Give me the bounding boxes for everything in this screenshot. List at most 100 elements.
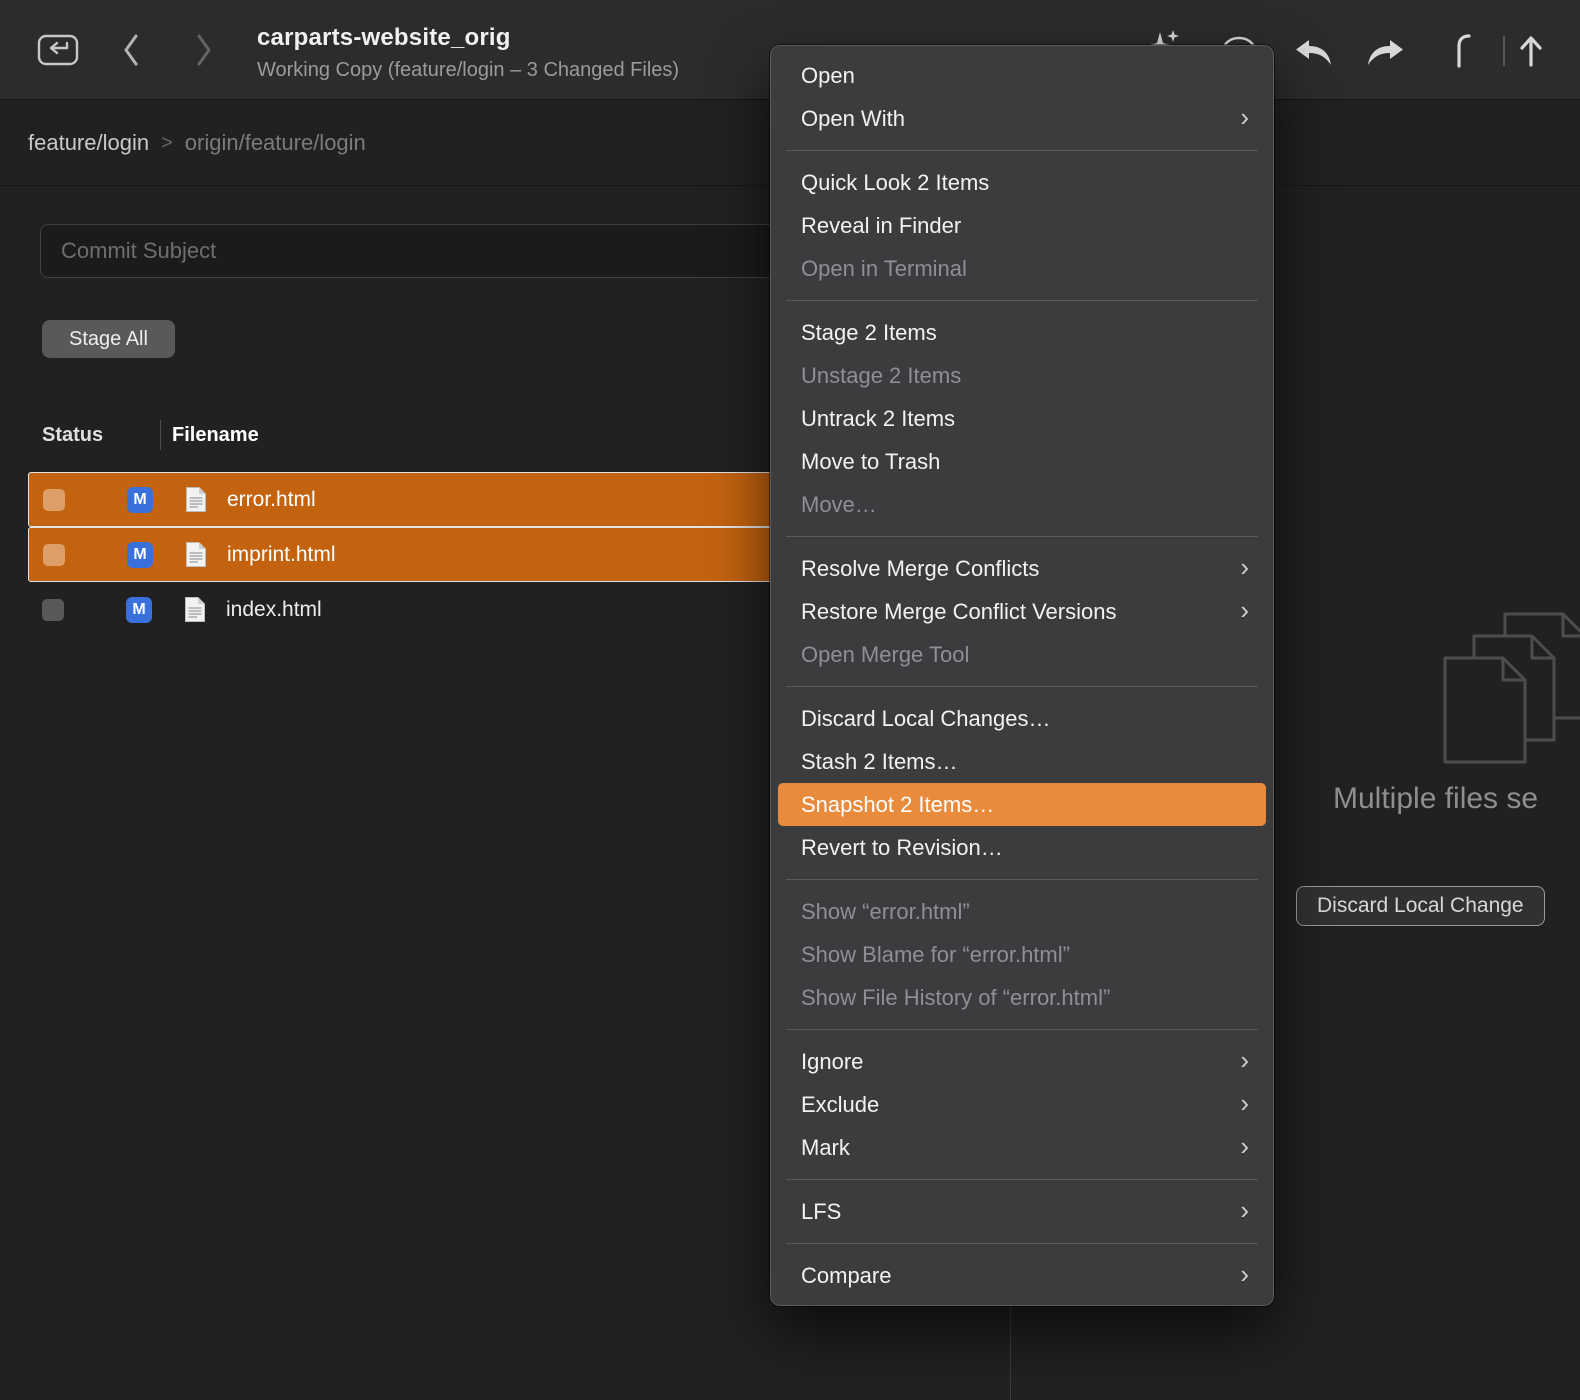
menu-item-label: Ignore (801, 1049, 863, 1075)
menu-item-reveal-in-finder[interactable]: Reveal in Finder (771, 204, 1273, 247)
menu-item-resolve-merge-conflicts[interactable]: Resolve Merge Conflicts › (771, 547, 1273, 590)
menu-item-label: Stage 2 Items (801, 320, 937, 346)
discard-local-changes-button[interactable]: Discard Local Change (1296, 886, 1545, 926)
menu-item-lfs[interactable]: LFS › (771, 1190, 1273, 1233)
stage-checkbox[interactable] (43, 489, 65, 511)
multiple-files-icon (1443, 612, 1580, 777)
menu-item-label: Mark (801, 1135, 850, 1161)
menu-item-restore-merge-conflict-versions[interactable]: Restore Merge Conflict Versions › (771, 590, 1273, 633)
undo-arrow-icon[interactable] (1293, 38, 1333, 73)
window-subtitle: Working Copy (feature/login – 3 Changed … (257, 59, 679, 82)
submenu-chevron-icon: › (1240, 1197, 1249, 1223)
breadcrumb-branch[interactable]: feature/login (28, 130, 149, 156)
menu-item-show-blame-for-error-html[interactable]: Show Blame for “error.html” (771, 933, 1273, 976)
menu-item-open-with[interactable]: Open With › (771, 97, 1273, 140)
repo-list-button[interactable] (36, 30, 80, 73)
file-icon (185, 541, 207, 568)
menu-item-ignore[interactable]: Ignore › (771, 1040, 1273, 1083)
menu-item-label: Unstage 2 Items (801, 363, 961, 389)
filename-label: imprint.html (227, 543, 336, 567)
menu-separator (786, 300, 1258, 301)
menu-item-label: LFS (801, 1199, 841, 1225)
menu-item-label: Show Blame for “error.html” (801, 942, 1070, 968)
menu-item-unstage-2-items[interactable]: Unstage 2 Items (771, 354, 1273, 397)
stage-checkbox[interactable] (43, 544, 65, 566)
column-resize-handle[interactable] (160, 420, 161, 450)
status-badge: M (127, 487, 153, 513)
submenu-chevron-icon: › (1240, 1261, 1249, 1287)
menu-separator (786, 536, 1258, 537)
breadcrumb-remote[interactable]: origin/feature/login (185, 130, 366, 156)
hook-icon[interactable] (1452, 34, 1476, 73)
menu-item-label: Show File History of “error.html” (801, 985, 1110, 1011)
selection-message: Multiple files se (1333, 782, 1538, 816)
menu-item-mark[interactable]: Mark › (771, 1126, 1273, 1169)
menu-item-label: Resolve Merge Conflicts (801, 556, 1039, 582)
column-header-status: Status (42, 424, 103, 447)
menu-item-label: Move to Trash (801, 449, 940, 475)
window-title-block: carparts-website_orig Working Copy (feat… (257, 24, 679, 82)
stage-all-button[interactable]: Stage All (42, 320, 175, 358)
menu-separator (786, 150, 1258, 151)
column-header-filename: Filename (172, 424, 259, 447)
menu-item-snapshot-2-items[interactable]: Snapshot 2 Items… (778, 783, 1266, 826)
menu-item-show-file-history-of-error-html[interactable]: Show File History of “error.html” (771, 976, 1273, 1019)
menu-item-label: Move… (801, 492, 877, 518)
menu-item-label: Restore Merge Conflict Versions (801, 599, 1116, 625)
repo-icon (36, 30, 80, 70)
menu-item-label: Revert to Revision… (801, 835, 1003, 861)
redo-arrow-icon[interactable] (1366, 38, 1406, 73)
menu-item-open-in-terminal[interactable]: Open in Terminal (771, 247, 1273, 290)
context-menu: Open Open With › Quick Look 2 Items Reve… (770, 45, 1274, 1306)
menu-item-exclude[interactable]: Exclude › (771, 1083, 1273, 1126)
file-icon (185, 486, 207, 513)
menu-item-discard-local-changes[interactable]: Discard Local Changes… (771, 697, 1273, 740)
menu-separator (786, 1243, 1258, 1244)
menu-item-label: Snapshot 2 Items… (801, 792, 994, 818)
menu-item-label: Reveal in Finder (801, 213, 961, 239)
push-arrow-icon[interactable] (1518, 34, 1544, 73)
menu-item-label: Open With (801, 106, 905, 132)
submenu-chevron-icon: › (1240, 597, 1249, 623)
menu-item-label: Open Merge Tool (801, 642, 969, 668)
menu-item-open[interactable]: Open (771, 54, 1273, 97)
filename-label: index.html (226, 598, 322, 622)
status-badge: M (126, 597, 152, 623)
menu-item-label: Show “error.html” (801, 899, 970, 925)
stage-checkbox[interactable] (42, 599, 64, 621)
menu-separator (786, 879, 1258, 880)
menu-item-move-to-trash[interactable]: Move to Trash (771, 440, 1273, 483)
menu-item-untrack-2-items[interactable]: Untrack 2 Items (771, 397, 1273, 440)
filename-label: error.html (227, 488, 316, 512)
menu-item-label: Quick Look 2 Items (801, 170, 989, 196)
app-window: carparts-website_orig Working Copy (feat… (0, 0, 1580, 1400)
menu-separator (786, 1179, 1258, 1180)
submenu-chevron-icon: › (1240, 554, 1249, 580)
menu-item-quick-look-2-items[interactable]: Quick Look 2 Items (771, 161, 1273, 204)
breadcrumb-separator-icon: > (161, 132, 173, 155)
menu-item-open-merge-tool[interactable]: Open Merge Tool (771, 633, 1273, 676)
menu-separator (786, 1029, 1258, 1030)
submenu-chevron-icon: › (1240, 1090, 1249, 1116)
menu-item-label: Exclude (801, 1092, 879, 1118)
forward-button[interactable] (193, 33, 213, 72)
menu-item-show-error-html[interactable]: Show “error.html” (771, 890, 1273, 933)
menu-item-label: Discard Local Changes… (801, 706, 1050, 732)
menu-item-move[interactable]: Move… (771, 483, 1273, 526)
toolbar-separator (1503, 36, 1505, 66)
menu-item-label: Open in Terminal (801, 256, 967, 282)
submenu-chevron-icon: › (1240, 1047, 1249, 1073)
menu-item-revert-to-revision[interactable]: Revert to Revision… (771, 826, 1273, 869)
menu-item-label: Open (801, 63, 855, 89)
window-title: carparts-website_orig (257, 24, 679, 52)
menu-item-stage-2-items[interactable]: Stage 2 Items (771, 311, 1273, 354)
menu-item-stash-2-items[interactable]: Stash 2 Items… (771, 740, 1273, 783)
status-badge: M (127, 542, 153, 568)
submenu-chevron-icon: › (1240, 1133, 1249, 1159)
menu-item-compare[interactable]: Compare › (771, 1254, 1273, 1297)
menu-item-label: Compare (801, 1263, 891, 1289)
back-button[interactable] (122, 33, 142, 72)
menu-item-label: Stash 2 Items… (801, 749, 958, 775)
chevron-right-icon (193, 33, 213, 67)
menu-item-label: Untrack 2 Items (801, 406, 955, 432)
